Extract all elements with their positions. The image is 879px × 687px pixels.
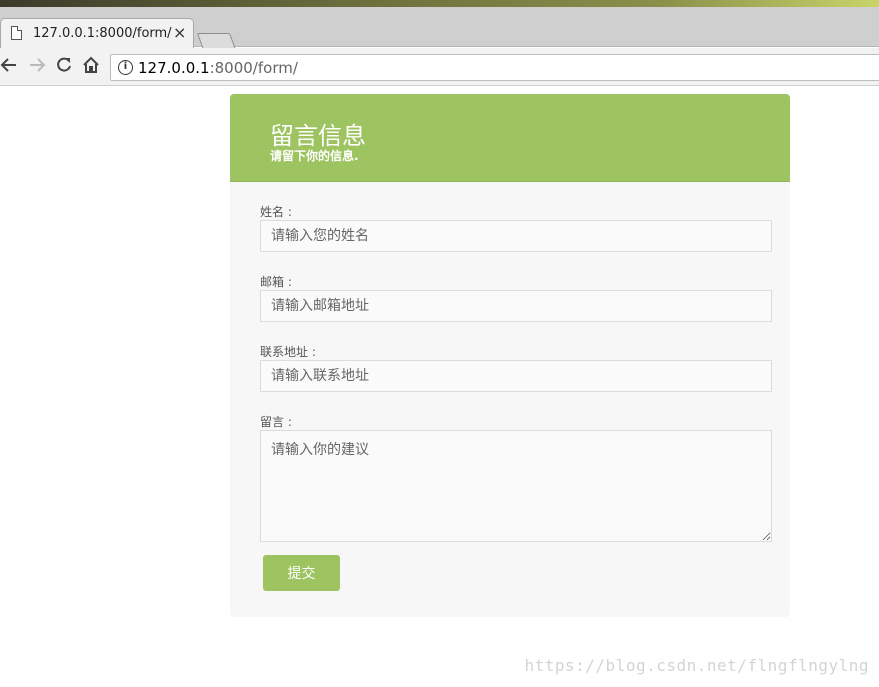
browser-tab[interactable]: 127.0.0.1:8000/form/ × [0,18,194,48]
page-icon [11,26,22,40]
forward-arrow-icon[interactable] [28,56,46,79]
tab-strip: 127.0.0.1:8000/form/ × [0,7,879,50]
watermark-text: https://blog.csdn.net/flngflngylng [524,656,869,675]
form-subtitle: 请留下你的信息. [270,149,359,163]
url-text: 127.0.0.1:8000/form/ [138,59,298,77]
url-host: 127.0.0.1 [138,59,210,77]
address-input[interactable] [260,360,772,392]
name-input[interactable] [260,220,772,252]
back-arrow-icon[interactable] [0,56,18,79]
desktop-backdrop [0,0,879,7]
form-title: 留言信息 [270,122,366,150]
message-form-card: 留言信息 请留下你的信息. 姓名 : 邮箱 : 联系地址 : 留言 : 提交 [230,94,790,617]
address-label: 联系地址 : [260,345,316,359]
home-icon[interactable] [82,56,100,79]
reload-icon[interactable] [55,56,73,79]
url-path: :8000/form/ [209,59,298,77]
message-textarea[interactable] [260,430,772,542]
close-tab-icon[interactable]: × [173,23,186,42]
tab-title: 127.0.0.1:8000/form/ [33,26,172,41]
info-icon[interactable]: i [118,60,133,75]
address-bar[interactable]: i 127.0.0.1:8000/form/ [110,54,879,81]
email-input[interactable] [260,290,772,322]
submit-button[interactable]: 提交 [263,555,340,591]
browser-toolbar: i 127.0.0.1:8000/form/ [0,48,879,86]
email-label: 邮箱 : [260,275,292,289]
form-header: 留言信息 请留下你的信息. [230,94,790,182]
message-label: 留言 : [260,415,292,429]
name-label: 姓名 : [260,205,292,219]
